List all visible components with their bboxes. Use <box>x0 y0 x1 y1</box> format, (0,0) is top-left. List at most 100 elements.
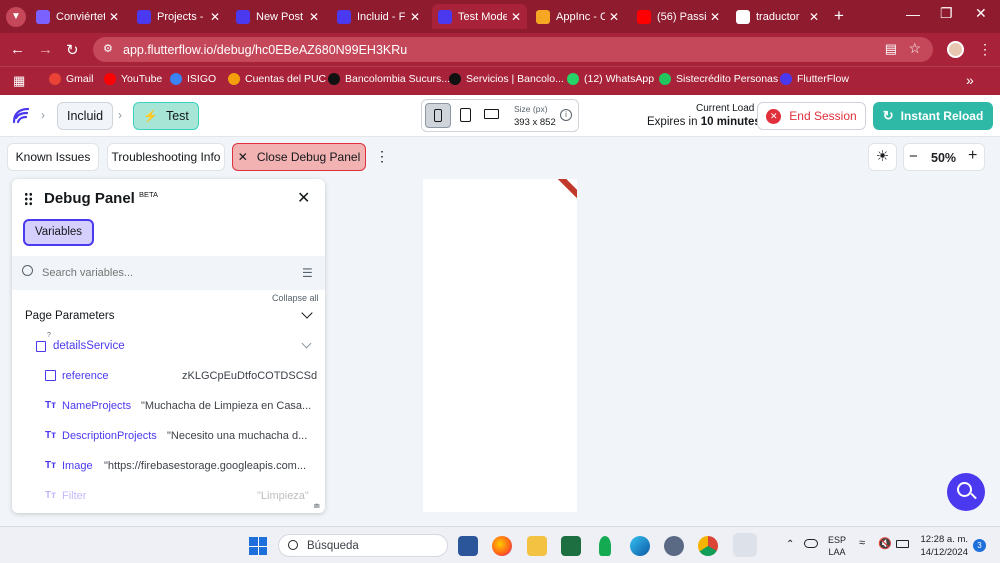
browser-tab[interactable]: New Post ✕ <box>230 4 325 29</box>
chrome-profile-icon[interactable] <box>733 533 757 557</box>
bookmark-item[interactable]: Gmail <box>49 73 93 85</box>
bookmark-item[interactable]: FlutterFlow <box>780 73 849 85</box>
tab-close-icon[interactable]: ✕ <box>609 10 619 24</box>
profile-avatar[interactable] <box>947 41 964 58</box>
browser-tab[interactable]: Incluid - Fl ✕ <box>331 4 426 29</box>
forward-icon[interactable]: → <box>38 41 53 58</box>
bookmark-item[interactable]: YouTube <box>104 73 162 85</box>
struct-row[interactable]: ? detailsService <box>12 331 325 361</box>
browser-toolbar: ← → ↻ ⚙ app.flutterflow.io/debug/hc0EBeA… <box>0 33 1000 66</box>
volume-muted-icon[interactable]: 🔇 <box>878 537 892 550</box>
mongodb-icon[interactable] <box>599 536 611 556</box>
close-window-button[interactable]: ✕ <box>975 5 987 22</box>
search-input[interactable] <box>42 263 282 283</box>
language-indicator[interactable]: ESP LAA <box>828 534 846 558</box>
tab-close-icon[interactable]: ✕ <box>309 10 319 24</box>
close-debug-panel-button[interactable]: ✕ Close Debug Panel <box>232 143 366 171</box>
breadcrumb-project-label: Incluid <box>67 109 104 123</box>
more-options-icon[interactable]: ⋮ <box>375 148 389 165</box>
section-page-parameters[interactable]: Page Parameters <box>12 301 325 331</box>
breadcrumb-project[interactable]: Incluid <box>57 102 114 130</box>
breadcrumb-chevron-icon: › <box>118 108 122 122</box>
end-session-button[interactable]: ✕ End Session <box>757 102 866 130</box>
notification-badge[interactable]: 3 <box>973 539 986 552</box>
close-panel-icon[interactable]: ✕ <box>297 188 310 208</box>
tab-search-button[interactable]: ▼ <box>6 7 26 27</box>
variable-row[interactable]: Tᴛ Filter "Limpieza" <box>12 481 325 511</box>
browser-menu-icon[interactable]: ⋮ <box>978 41 992 58</box>
variables-tab[interactable]: Variables <box>23 219 94 246</box>
device-preview[interactable] <box>423 179 577 512</box>
keyboard-layout: LAA <box>828 547 846 557</box>
tab-close-icon[interactable]: ✕ <box>410 10 420 24</box>
firefox-icon[interactable] <box>492 536 512 556</box>
edge-icon[interactable] <box>630 536 650 556</box>
debug-panel-title: Debug Panel BETA <box>44 190 158 207</box>
info-icon[interactable]: i <box>560 109 572 121</box>
browser-tab[interactable]: (56) Passin ✕ <box>631 4 726 29</box>
variable-row[interactable]: reference zKLGCpEuDtfoCOTDSCSd <box>12 361 325 391</box>
address-bar[interactable]: ⚙ app.flutterflow.io/debug/hc0EBeAZ680N9… <box>93 37 933 62</box>
browser-tab[interactable]: traductor ✕ <box>730 4 825 29</box>
excel-icon[interactable] <box>561 536 581 556</box>
file-explorer-icon[interactable] <box>527 536 547 556</box>
reload-icon[interactable]: ↻ <box>66 41 79 59</box>
tab-close-icon[interactable]: ✕ <box>809 10 819 24</box>
minimize-button[interactable]: — <box>906 6 920 22</box>
zoom-in-button[interactable]: + <box>968 147 977 165</box>
tab-close-icon[interactable]: ✕ <box>210 10 220 24</box>
apps-grid-icon[interactable]: ▦ <box>13 73 25 89</box>
bookmark-item[interactable]: ISIGO <box>170 73 216 85</box>
tab-close-icon[interactable]: ✕ <box>109 10 119 24</box>
bookmark-item[interactable]: Servicios | Bancolo... <box>449 73 564 85</box>
breadcrumb-page[interactable]: ⚡ Test <box>133 102 199 130</box>
zoom-out-button[interactable]: − <box>909 148 918 165</box>
tab-close-icon[interactable]: ✕ <box>511 10 521 24</box>
instant-reload-button[interactable]: ↻ Instant Reload <box>873 102 993 130</box>
tablet-icon[interactable] <box>460 108 471 122</box>
new-tab-button[interactable]: + <box>834 6 844 26</box>
bookmark-item[interactable]: Sistecrédito Personas <box>659 73 778 85</box>
filter-icon[interactable]: ☰ <box>302 266 313 280</box>
bookmark-item[interactable]: (12) WhatsApp <box>567 73 654 85</box>
drag-handle-icon[interactable] <box>24 192 33 206</box>
variable-row[interactable]: Tᴛ NameProjects "Muchacha de Limpieza en C… <box>12 391 325 421</box>
clock[interactable]: 12:28 a. m. 14/12/2024 <box>918 533 968 559</box>
back-icon[interactable]: ← <box>10 41 25 58</box>
onedrive-icon[interactable] <box>804 539 818 548</box>
bookmark-item[interactable]: Cuentas del PUC <box>228 73 326 85</box>
word-icon[interactable] <box>458 536 478 556</box>
tab-close-icon[interactable]: ✕ <box>710 10 720 24</box>
variable-row[interactable]: Tᴛ Image "https://firebasestorage.googleap… <box>12 451 325 481</box>
bookmark-favicon-icon <box>104 73 116 85</box>
battery-icon[interactable] <box>896 540 909 548</box>
bookmark-favicon-icon <box>780 73 792 85</box>
browser-tab[interactable]: Conviértet ✕ <box>30 4 125 29</box>
install-icon[interactable]: ▤ <box>885 41 897 57</box>
browser-tab[interactable]: Projects - I ✕ <box>131 4 226 29</box>
chrome-icon[interactable] <box>698 536 718 556</box>
settings-icon[interactable] <box>664 536 684 556</box>
wifi-icon[interactable]: ≈ <box>859 537 865 549</box>
site-info-icon[interactable]: ⚙ <box>103 42 113 55</box>
end-session-label: End Session <box>789 109 857 123</box>
theme-toggle-button[interactable]: ☀ <box>868 143 897 171</box>
troubleshooting-button[interactable]: Troubleshooting Info <box>107 143 225 171</box>
browser-tab[interactable]: Test Mode ✕ <box>432 4 527 29</box>
struct-name: detailsService <box>53 340 125 352</box>
browser-tab[interactable]: AppInc - C ✕ <box>530 4 625 29</box>
variable-value: "Limpieza" <box>257 490 309 502</box>
windows-start-icon[interactable] <box>249 537 267 555</box>
chevron-up-icon[interactable]: ⌃ <box>786 539 794 550</box>
bookmark-item[interactable]: Bancolombia Sucurs... <box>328 73 450 85</box>
bookmark-star-icon[interactable]: ☆ <box>908 40 921 57</box>
flutterflow-logo-icon[interactable] <box>10 105 32 127</box>
restore-button[interactable]: ❐ <box>940 5 953 22</box>
known-issues-button[interactable]: Known Issues <box>7 143 99 171</box>
variable-row[interactable]: Tᴛ DescriptionProjects "Necesito una mucha… <box>12 421 325 451</box>
desktop-icon[interactable] <box>484 109 499 119</box>
more-bookmarks-button[interactable]: » <box>966 72 974 88</box>
floating-search-button[interactable] <box>947 473 985 511</box>
resize-handle-icon[interactable]: ≐ <box>313 501 321 512</box>
taskbar-search[interactable]: Búsqueda <box>278 534 448 557</box>
